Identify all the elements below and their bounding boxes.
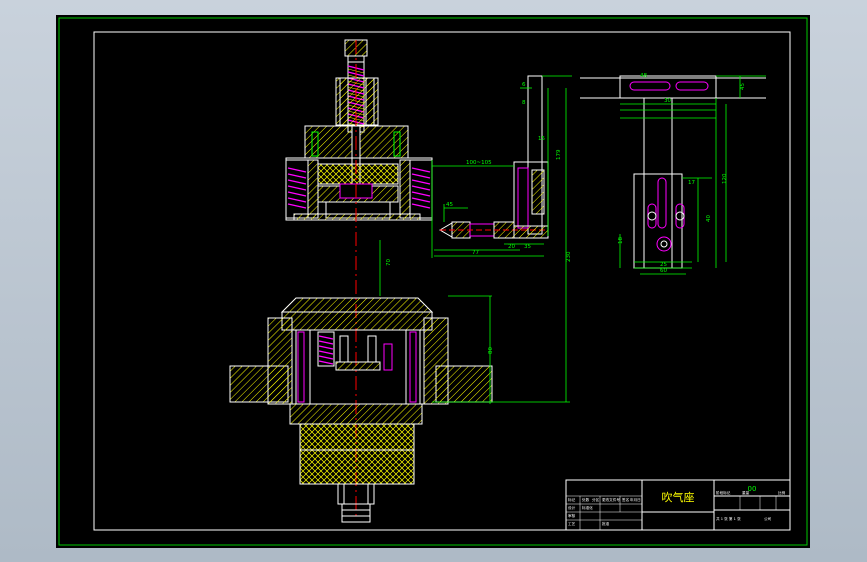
dim-lower-35: 35 [524,244,531,250]
tb-label-count: 处数 [582,497,590,502]
drawing-sheet [56,15,810,548]
dim-side-120: 120 [722,173,728,184]
tb-label-process: 工艺 [568,521,576,526]
dim-base-80: 80 [488,347,494,354]
dim-bracket-179: 179 [556,149,562,160]
tb-label-change-doc: 更改文件号 [602,497,620,502]
tb-label-approve: 批准 [602,521,610,526]
dim-bracket-15: 15 [538,136,545,142]
dim-side-30: 30 [664,98,671,104]
dim-base-70: 70 [386,259,392,266]
drawing-title: 吹气座 [662,490,695,504]
tb-label-review: 审核 [568,513,576,518]
tb-label-standard: 标准化 [582,505,593,510]
dim-lower-77: 77 [472,250,479,256]
dim-total-230: 230 [566,251,572,262]
dim-side-40: 40 [706,215,712,222]
dim-side-45: 45 [740,83,746,90]
tb-label-zone: 分区 [592,497,600,502]
dim-side-17: 17 [688,180,695,186]
tb-label-stage: 阶段标记 [716,490,731,495]
tb-label-scale: 比例 [778,490,786,495]
lower-cap [281,311,433,331]
tb-sheet-count: 共 1 张 第 1 张 [716,516,741,521]
tb-label-sign: 签名 [622,497,630,502]
dim-lower-20: 20 [508,244,515,250]
dim-side-60: 60 [660,268,667,274]
tb-label-design: 设计 [568,505,576,510]
dim-bracket-8: 8 [522,100,526,106]
tb-company: 公司 [764,516,772,521]
dim-side-48: 48 [640,73,647,79]
lower-base [299,423,415,485]
tb-label-mark: 标记 [568,497,576,502]
tb-label-weight: 重量 [742,490,750,495]
dim-nozzle-len: 45 [446,202,453,208]
cad-drawing: 100~105 45 77 20 35 6 8 15 179 230 70 80… [56,15,810,548]
dim-bracket-6: 6 [522,82,526,88]
dim-nozzle-span: 100~105 [466,160,492,166]
dim-side-18: 18 [618,237,624,244]
tb-label-date: 年月日 [630,497,641,502]
